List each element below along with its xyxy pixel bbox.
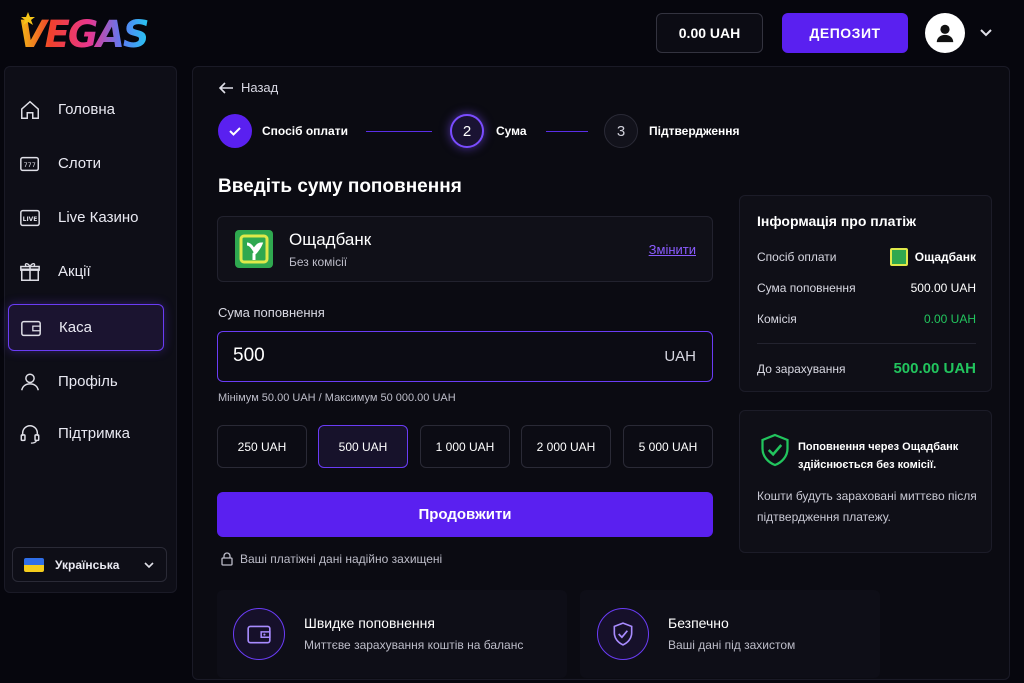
bank-name: Ощадбанк: [289, 230, 372, 249]
step-number: 3: [604, 114, 638, 148]
live-icon: LIVE: [18, 206, 42, 230]
sidebar-item-label: Профіль: [58, 373, 118, 390]
logo-mark: VEGAS: [18, 12, 150, 54]
feature-fast-deposit: Швидке поповнення Миттєве зарахування ко…: [217, 590, 567, 678]
security-text: Ваші платіжні дані надійно захищені: [240, 552, 443, 566]
check-icon: [218, 114, 252, 148]
note-text: Кошти будуть зараховані миттєво після пі…: [757, 489, 977, 524]
bank-fee: Без комісії: [289, 255, 348, 269]
oschadbank-logo-icon: [889, 248, 908, 266]
feature-desc: Миттєве зарахування коштів на баланс: [304, 638, 524, 652]
user-avatar[interactable]: [925, 13, 965, 53]
change-bank-link[interactable]: Змінити: [649, 242, 696, 257]
page-title: Введіть суму поповнення: [218, 176, 462, 197]
info-value: 0.00 UAH: [923, 312, 976, 326]
info-label: Комісія: [757, 312, 797, 326]
wallet-icon: [19, 316, 43, 340]
user-icon: [936, 24, 954, 43]
payment-info-panel: Інформація про платіж Спосіб оплати Ощад…: [739, 195, 992, 392]
chevron-down-icon: [144, 561, 154, 568]
continue-button[interactable]: Продовжити: [217, 492, 713, 537]
wallet-icon: [233, 608, 285, 660]
info-value: Ощадбанк: [914, 250, 976, 264]
sidebar-item-label: Слоти: [58, 155, 102, 172]
gift-icon: [18, 260, 42, 284]
sidebar-item-live-casino[interactable]: LIVE Live Казино: [8, 194, 164, 241]
sidebar-item-label: Підтримка: [58, 425, 131, 442]
lock-icon: [221, 552, 233, 566]
svg-text:LIVE: LIVE: [23, 215, 38, 222]
feature-desc: Ваші дані під захистом: [668, 638, 796, 652]
info-value: 500.00 UAH: [910, 281, 976, 295]
step-connector: [366, 131, 432, 132]
info-total-value: 500.00 UAH: [893, 360, 976, 377]
sidebar-item-promotions[interactable]: Акції: [8, 248, 164, 295]
quick-amount-2000[interactable]: 2 000 UAH: [521, 425, 611, 468]
step-connector: [546, 131, 588, 132]
language-label: Українська: [55, 557, 120, 572]
info-row-total: До зарахування 500.00 UAH: [757, 360, 976, 377]
feature-title: Швидке поповнення: [304, 615, 435, 631]
sidebar-item-slots[interactable]: 777 Слоти: [8, 140, 164, 187]
shield-check-icon: [597, 608, 649, 660]
quick-amount-5000[interactable]: 5 000 UAH: [623, 425, 713, 468]
info-title: Інформація про платіж: [757, 213, 917, 229]
step-amount: 2 Сума: [450, 114, 527, 148]
sidebar-item-cashier[interactable]: Каса: [8, 304, 164, 351]
shield-check-icon: [761, 433, 789, 467]
quick-amount-500[interactable]: 500 UAH: [318, 425, 408, 468]
info-total-label: До зарахування: [757, 361, 846, 376]
arrow-left-icon: [218, 81, 233, 94]
step-confirmation: 3 Підтвердження: [604, 114, 740, 148]
step-payment-method[interactable]: Спосіб оплати: [218, 114, 348, 148]
headset-icon: [18, 422, 42, 446]
note-title: Поповнення через Ощадбанк здійснюється б…: [798, 441, 959, 471]
ukraine-flag-icon: [24, 557, 44, 572]
amount-label: Сума поповнення: [218, 305, 325, 320]
sidebar-item-home[interactable]: Головна: [8, 86, 164, 133]
quick-amount-250[interactable]: 250 UAH: [217, 425, 307, 468]
info-label: Спосіб оплати: [757, 250, 837, 264]
info-row-method: Спосіб оплати Ощадбанк: [757, 248, 976, 266]
chevron-down-icon[interactable]: [977, 25, 995, 41]
sidebar-item-label: Live Казино: [58, 209, 139, 226]
oschadbank-logo: [235, 230, 273, 268]
vegas-logo[interactable]: VEGAS: [16, 10, 166, 54]
sidebar-item-label: Акції: [58, 263, 91, 280]
slot-machine-icon: 777: [18, 152, 42, 176]
security-note: Ваші платіжні дані надійно захищені: [220, 552, 442, 566]
feature-secure: Безпечно Ваші дані під захистом: [580, 590, 880, 678]
step-label: Спосіб оплати: [262, 124, 348, 138]
language-selector[interactable]: Українська: [12, 547, 167, 582]
selected-bank-card: Ощадбанк Без комісії Змінити: [217, 216, 713, 282]
sidebar-item-profile[interactable]: Профіль: [8, 358, 164, 405]
home-icon: [18, 98, 42, 122]
step-number: 2: [450, 114, 484, 148]
step-label: Сума: [496, 124, 527, 138]
currency-label: UAH: [664, 348, 696, 365]
sidebar-item-support[interactable]: Підтримка: [8, 410, 164, 457]
amount-input[interactable]: 500 UAH: [217, 331, 713, 382]
divider: [757, 343, 976, 344]
back-link[interactable]: Назад: [218, 80, 278, 95]
feature-title: Безпечно: [668, 615, 729, 631]
no-fee-note: Поповнення через Ощадбанк здійснюється б…: [739, 410, 992, 553]
sidebar-item-label: Каса: [59, 319, 92, 336]
deposit-button[interactable]: ДЕПОЗИТ: [782, 13, 908, 53]
balance-display[interactable]: 0.00 UAH: [656, 13, 763, 53]
sidebar-item-label: Головна: [58, 101, 115, 118]
back-label: Назад: [241, 80, 279, 95]
quick-amount-1000[interactable]: 1 000 UAH: [420, 425, 510, 468]
svg-text:777: 777: [24, 160, 36, 168]
info-row-amount: Сума поповнення 500.00 UAH: [757, 281, 976, 295]
step-label: Підтвердження: [649, 124, 740, 138]
amount-value: 500: [233, 345, 265, 366]
svg-text:VEGAS: VEGAS: [18, 13, 148, 54]
info-label: Сума поповнення: [757, 281, 856, 295]
info-row-fee: Комісія 0.00 UAH: [757, 312, 976, 326]
amount-limits: Мінімум 50.00 UAH / Максимум 50 000.00 U…: [218, 392, 456, 404]
user-icon: [18, 370, 42, 394]
